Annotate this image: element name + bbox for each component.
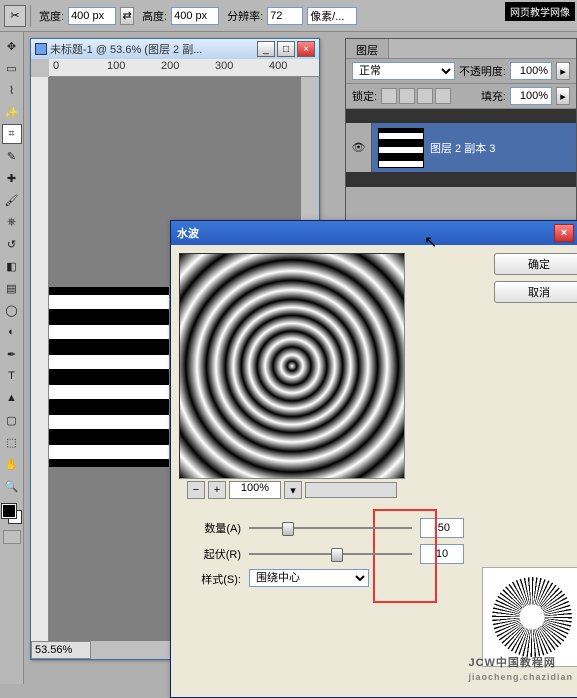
fill-label: 填充: <box>481 88 506 104</box>
ok-button[interactable]: 确定 <box>494 253 577 275</box>
dialog-title: 水波 <box>177 225 199 241</box>
layer-list: 👁 图层 2 副本 3 <box>346 109 576 187</box>
dodge-tool-icon[interactable]: ◐ <box>2 322 22 342</box>
zoom-tool-icon[interactable]: 🔍 <box>2 476 22 496</box>
close-button[interactable]: × <box>297 41 315 57</box>
hand-tool-icon[interactable]: ✋ <box>2 454 22 474</box>
ruler-vertical <box>31 77 49 641</box>
style-label: 样式(S): <box>181 571 241 587</box>
width-label: 宽度: <box>39 8 64 24</box>
layer-thumbnail[interactable] <box>378 128 424 168</box>
watermark: JCW中国教程网 jiaocheng.chazidian <box>468 646 573 682</box>
preview-scrollbar[interactable] <box>305 482 397 498</box>
lock-transparency-icon[interactable] <box>381 88 397 104</box>
ridges-input[interactable] <box>420 544 464 564</box>
quick-mask-icon[interactable] <box>3 530 21 544</box>
amount-row: 数量(A) <box>181 515 577 541</box>
opacity-flyout-button[interactable]: ▸ <box>556 62 570 80</box>
eyedropper-tool-icon[interactable]: ✎ <box>2 146 22 166</box>
lock-pixels-icon[interactable] <box>399 88 415 104</box>
preview-zoom[interactable]: 100% <box>229 481 281 499</box>
color-swatches[interactable] <box>2 504 22 524</box>
resolution-label: 分辨率: <box>227 8 263 24</box>
zoom-out-button[interactable]: − <box>187 481 205 499</box>
blend-mode-select[interactable]: 正常 <box>352 62 455 80</box>
minimize-button[interactable]: _ <box>257 41 275 57</box>
cancel-button[interactable]: 取消 <box>494 281 577 303</box>
lock-all-icon[interactable] <box>435 88 451 104</box>
path-select-icon[interactable]: ▲ <box>2 388 22 408</box>
ridges-label: 起伏(R) <box>181 546 241 562</box>
crop-tool-icon[interactable]: ⌗ <box>2 124 22 144</box>
height-input[interactable] <box>171 7 219 25</box>
doc-icon <box>35 43 47 55</box>
zoom-status[interactable]: 53.56% <box>31 641 91 659</box>
lock-label: 锁定: <box>352 88 377 104</box>
cursor-icon: ↖ <box>424 232 437 252</box>
zoom-in-button[interactable]: + <box>208 481 226 499</box>
width-input[interactable] <box>68 7 116 25</box>
layer-row-selected[interactable]: 👁 图层 2 副本 3 <box>346 123 576 173</box>
type-tool-icon[interactable]: T <box>2 366 22 386</box>
panel-tabs: 图层 <box>346 39 576 59</box>
lasso-tool-icon[interactable]: ⌇ <box>2 80 22 100</box>
shape-tool-icon[interactable]: ▢ <box>2 410 22 430</box>
unit-select[interactable] <box>307 7 357 25</box>
dialog-close-button[interactable]: × <box>554 224 574 242</box>
amount-input[interactable] <box>420 518 464 538</box>
swap-dims-button[interactable]: ⇄ <box>120 7 134 25</box>
marquee-tool-icon[interactable]: ▭ <box>2 58 22 78</box>
layer-row[interactable] <box>346 109 576 123</box>
3d-tool-icon[interactable]: ⬚ <box>2 432 22 452</box>
document-titlebar[interactable]: 未标题-1 @ 53.6% (图层 2 副... _ □ × <box>31 39 319 59</box>
fill-input[interactable] <box>510 87 552 105</box>
layer-name[interactable]: 图层 2 副本 3 <box>430 140 495 156</box>
style-select[interactable]: 围绕中心 <box>249 569 369 587</box>
heal-tool-icon[interactable]: ✚ <box>2 168 22 188</box>
maximize-button[interactable]: □ <box>277 41 295 57</box>
lock-position-icon[interactable] <box>417 88 433 104</box>
image-content <box>49 287 169 467</box>
move-tool-icon[interactable]: ✥ <box>2 36 22 56</box>
ridges-slider[interactable] <box>249 546 412 562</box>
fill-flyout-button[interactable]: ▸ <box>556 87 570 105</box>
visibility-icon[interactable]: 👁 <box>346 123 372 172</box>
wand-tool-icon[interactable]: ✨ <box>2 102 22 122</box>
tab-layers[interactable]: 图层 <box>346 39 389 58</box>
height-label: 高度: <box>142 8 167 24</box>
zoom-dropdown-button[interactable]: ▾ <box>284 481 302 499</box>
amount-slider[interactable] <box>249 520 412 536</box>
pen-tool-icon[interactable]: ✒ <box>2 344 22 364</box>
layers-panel: 图层 正常 不透明度: ▸ 锁定: 填充: ▸ <box>345 38 577 248</box>
site-badge: 网页教学网像 <box>505 2 575 21</box>
brush-tool-icon[interactable]: 🖌 <box>2 190 22 210</box>
opacity-input[interactable] <box>510 62 552 80</box>
eraser-tool-icon[interactable]: ◧ <box>2 256 22 276</box>
amount-label: 数量(A) <box>181 520 241 536</box>
document-title: 未标题-1 @ 53.6% (图层 2 副... <box>50 41 202 57</box>
layer-row[interactable] <box>346 173 576 187</box>
toolbox: ✥ ▭ ⌇ ✨ ⌗ ✎ ✚ 🖌 ⎈ ↺ ◧ ▤ ◯ ◐ ✒ T ▲ ▢ ⬚ ✋ … <box>0 32 24 684</box>
dialog-titlebar[interactable]: 水波 × <box>171 221 577 245</box>
opacity-label: 不透明度: <box>459 63 506 79</box>
resolution-input[interactable] <box>267 7 303 25</box>
separator <box>30 5 31 27</box>
ruler-horizontal: 0 100 200 300 400 <box>49 59 319 77</box>
crop-tool-icon[interactable]: ✂ <box>4 5 26 27</box>
zigzag-dialog: 水波 × − + 100% ▾ 确定 取消 <box>170 220 577 698</box>
history-brush-icon[interactable]: ↺ <box>2 234 22 254</box>
filter-preview[interactable] <box>179 253 405 479</box>
options-bar: ✂ 宽度: ⇄ 高度: 分辨率: 网页教学网像 <box>0 0 577 32</box>
ridges-row: 起伏(R) <box>181 541 577 567</box>
blur-tool-icon[interactable]: ◯ <box>2 300 22 320</box>
stamp-tool-icon[interactable]: ⎈ <box>2 212 22 232</box>
gradient-tool-icon[interactable]: ▤ <box>2 278 22 298</box>
